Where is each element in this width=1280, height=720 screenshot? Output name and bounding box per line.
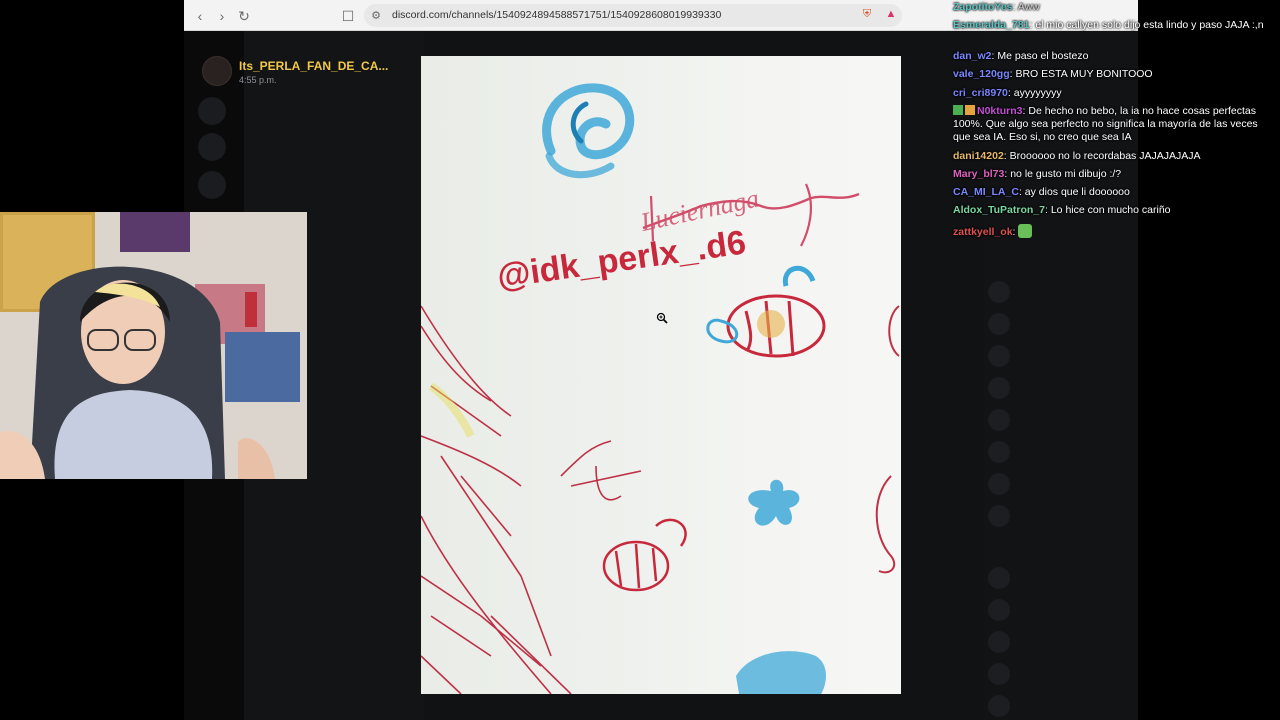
drawing-artwork: @idk_perlx_.d6 Luciernaga xyxy=(421,83,900,694)
chat-message: Esmeralda_781: el mio callyen solo dijo … xyxy=(953,19,1264,31)
author-avatar xyxy=(202,56,232,86)
site-settings-icon[interactable]: ⚙ xyxy=(366,6,386,26)
chevron-right-icon[interactable]: › xyxy=(212,6,232,26)
subscriber-badge-icon xyxy=(953,105,963,115)
chat-text: ayyyyyyyy xyxy=(1013,87,1062,99)
chat-username[interactable]: cri_cri8970 xyxy=(953,87,1008,99)
chat-message: N0kturn3: De hecho no bebo, la ia no hac… xyxy=(953,105,1258,143)
attachment-timestamp: 4:55 p.m. xyxy=(239,75,277,85)
chat-message: vale_120gg: BRO ESTA MUY BONITOOO xyxy=(953,68,1153,80)
reload-icon[interactable]: ↻ xyxy=(234,6,254,26)
chat-username[interactable]: dani14202 xyxy=(953,150,1004,162)
attachment-image[interactable]: @idk_perlx_.d6 Luciernaga xyxy=(421,56,901,694)
chat-message: cri_cri8970: ayyyyyyyy xyxy=(953,87,1062,99)
server-icon[interactable] xyxy=(198,97,226,125)
chat-username[interactable]: zattkyell_ok xyxy=(953,226,1013,238)
chat-text: Lo hice con mucho cariño xyxy=(1050,204,1171,216)
chat-text: ay dios que li doooooo xyxy=(1024,186,1130,198)
streamer-camera xyxy=(0,212,307,479)
attachment-author[interactable]: Its_PERLA_FAN_DE_CA... xyxy=(239,59,388,73)
chat-message: dan_w2: Me paso el bostezo xyxy=(953,50,1089,62)
stream-scene: ‹ › ↻ ☐ ⚙ discord.com/channels/154092489… xyxy=(0,0,1280,720)
chat-username[interactable]: N0kturn3 xyxy=(977,105,1023,117)
chat-text: Me paso el bostezo xyxy=(997,50,1089,62)
chat-message: ZapotitoYes: Aww xyxy=(953,1,1040,13)
url-text: discord.com/channels/1540924894588571751… xyxy=(392,9,722,21)
chat-message: dani14202: Broooooo no lo recordabas JAJ… xyxy=(953,150,1201,162)
gift-badge-icon xyxy=(965,105,975,115)
chevron-left-icon[interactable]: ‹ xyxy=(190,6,210,26)
stream-chat: ZapotitoYes: Aww Esmeralda_781: el mio c… xyxy=(948,0,1280,720)
server-icon[interactable] xyxy=(198,133,226,161)
chat-message: Aldox_TuPatron_7: Lo hice con mucho cari… xyxy=(953,204,1171,216)
chat-message: zattkyell_ok: xyxy=(953,224,1269,239)
brave-rewards-icon[interactable]: ▲ xyxy=(884,7,898,21)
bookmark-icon[interactable]: ☐ xyxy=(338,6,358,26)
chat-text: el mio callyen solo dijo esta lindo y pa… xyxy=(1035,19,1264,31)
emote-icon xyxy=(1018,224,1033,238)
chat-text: BRO ESTA MUY BONITOOO xyxy=(1015,68,1153,80)
chat-username[interactable]: Aldox_TuPatron_7 xyxy=(953,204,1045,216)
chat-text: Aww xyxy=(1017,1,1040,13)
drawing-handle-text: @idk_perlx_.d6 xyxy=(495,223,748,295)
chat-username[interactable]: dan_w2 xyxy=(953,50,992,62)
chat-username[interactable]: vale_120gg xyxy=(953,68,1010,80)
zoom-cursor-icon xyxy=(656,312,668,324)
chat-message: Mary_bl73: no le gusto mi dibujo :/? xyxy=(953,168,1122,180)
brave-shield-icon[interactable]: ⛨ xyxy=(860,7,874,21)
chat-username[interactable]: CA_MI_LA_C xyxy=(953,186,1019,198)
chat-message: CA_MI_LA_C: ay dios que li doooooo xyxy=(953,186,1130,198)
chat-username[interactable]: Esmeralda_781 xyxy=(953,19,1029,31)
chat-username[interactable]: ZapotitoYes xyxy=(953,1,1013,13)
webcam-feed xyxy=(0,212,307,479)
chat-text: no le gusto mi dibujo :/? xyxy=(1010,168,1122,180)
chat-username[interactable]: Mary_bl73 xyxy=(953,168,1004,180)
chat-text: Broooooo no lo recordabas JAJAJAJAJA xyxy=(1009,150,1201,162)
server-icon[interactable] xyxy=(198,171,226,199)
